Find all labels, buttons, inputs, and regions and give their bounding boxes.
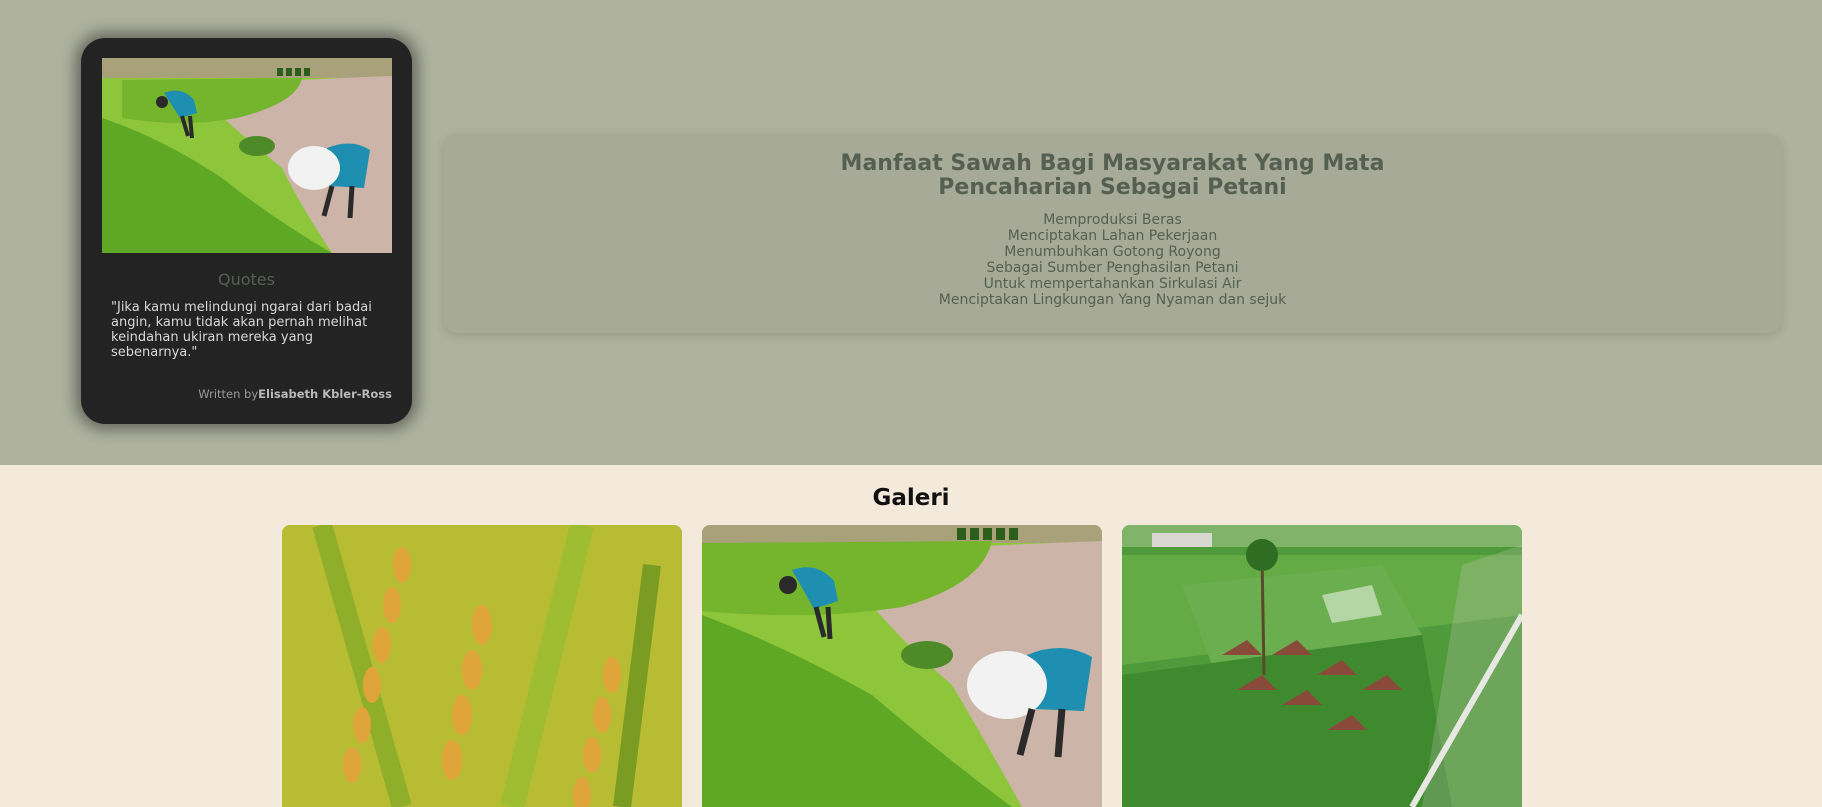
gallery-title: Galeri <box>872 485 950 511</box>
benefit-item: Sebagai Sumber Penghasilan Petani <box>986 260 1239 276</box>
benefit-item: Memproduksi Beras <box>1043 212 1182 228</box>
quote-text: "Jika kamu melindungi ngarai dari badai … <box>111 300 372 360</box>
gallery-image-golden-rice[interactable] <box>282 525 682 807</box>
hero-section: Quotes "Jika kamu melindungi ngarai dari… <box>0 0 1822 465</box>
quote-card-title: Quotes <box>218 270 275 289</box>
gallery-image-aerial-field[interactable] <box>1122 525 1522 807</box>
benefit-item: Menumbuhkan Gotong Royong <box>1004 244 1221 260</box>
benefits-title: Manfaat Sawah Bagi Masyarakat Yang Mata … <box>443 152 1782 200</box>
page: Quotes "Jika kamu melindungi ngarai dari… <box>0 0 1822 807</box>
gallery-section: Galeri <box>0 465 1822 807</box>
written-by-label: Written by <box>198 387 259 401</box>
benefits-panel: Manfaat Sawah Bagi Masyarakat Yang Mata … <box>443 134 1782 333</box>
benefits-title-line2: Pencaharian Sebagai Petani <box>938 175 1287 200</box>
quote-byline: Written byElisabeth Kbler-Ross <box>198 387 392 401</box>
benefit-item: Menciptakan Lahan Pekerjaan <box>1007 228 1218 244</box>
benefit-item: Menciptakan Lingkungan Yang Nyaman dan s… <box>938 292 1287 308</box>
benefits-list: Memproduksi Beras Menciptakan Lahan Peke… <box>443 212 1782 308</box>
quote-card-photo <box>102 58 392 253</box>
gallery-image-rice-planting[interactable] <box>702 525 1102 807</box>
quote-card: Quotes "Jika kamu melindungi ngarai dari… <box>81 38 412 424</box>
benefits-title-line1: Manfaat Sawah Bagi Masyarakat Yang Mata <box>840 151 1385 176</box>
benefit-item: Untuk mempertahankan Sirkulasi Air <box>983 276 1242 292</box>
quote-author: Elisabeth Kbler-Ross <box>258 387 392 401</box>
